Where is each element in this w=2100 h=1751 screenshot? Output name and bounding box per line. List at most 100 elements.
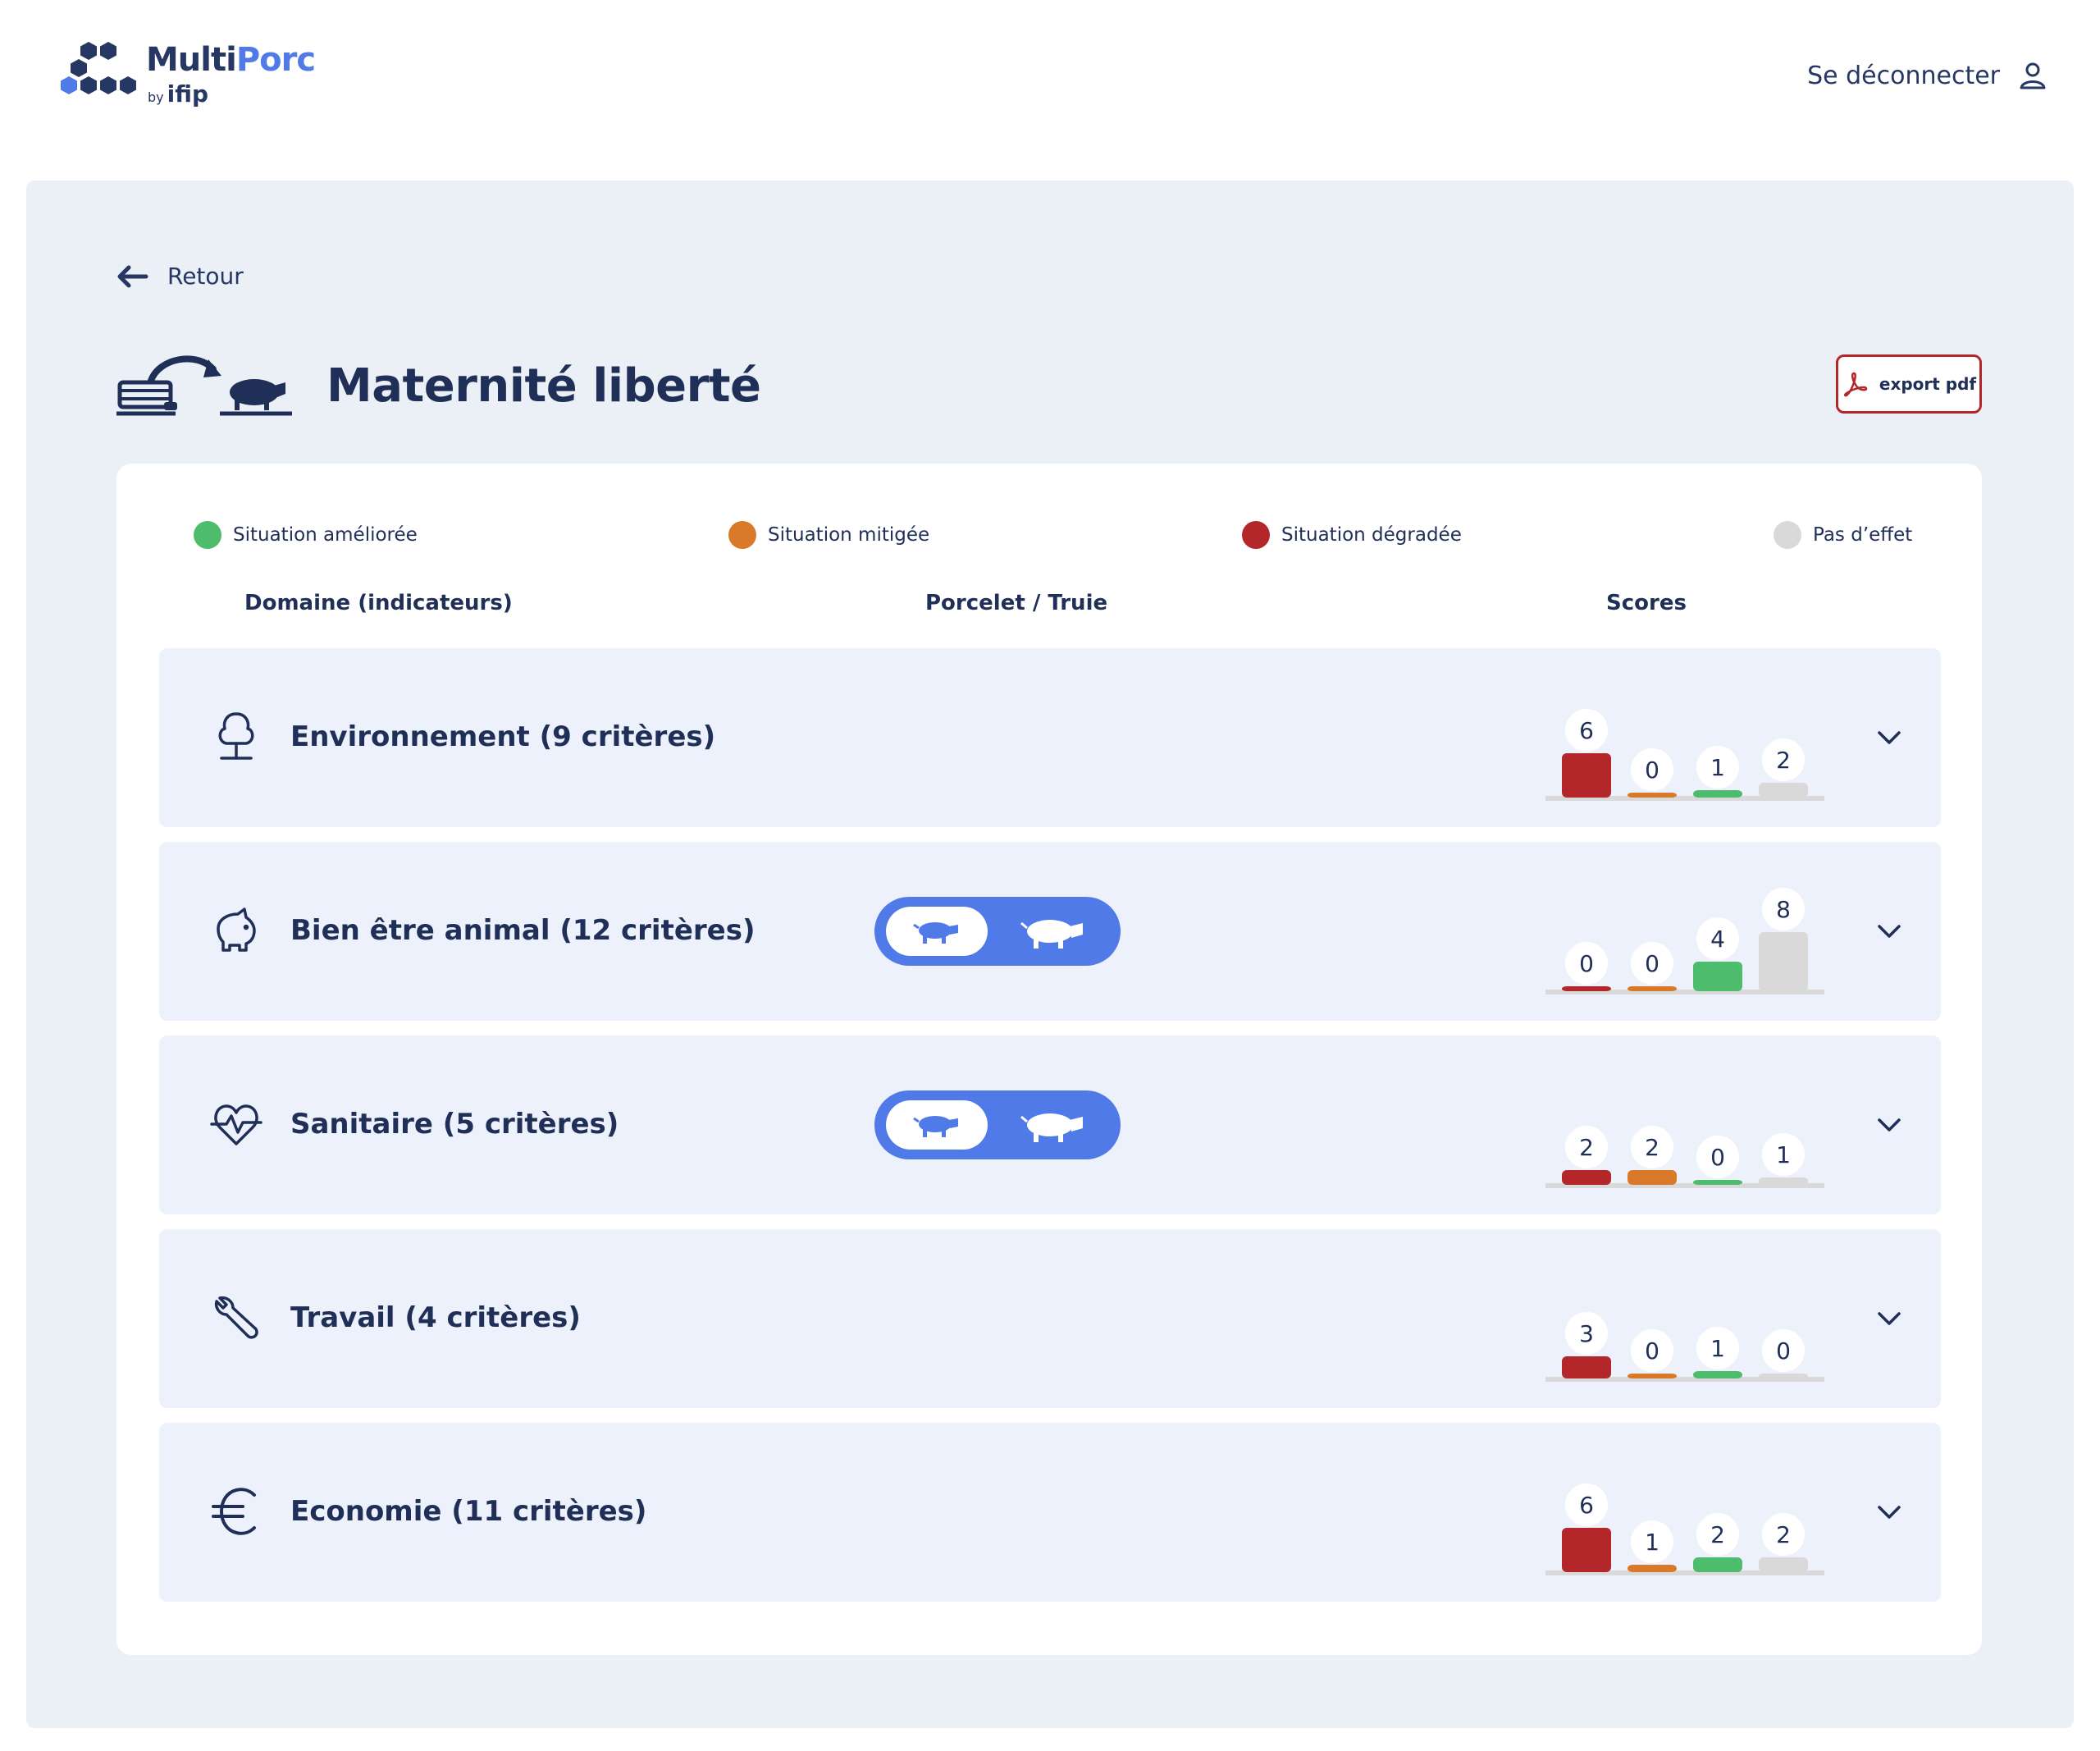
- page-title: Maternité liberté: [326, 359, 761, 413]
- score-value: 0: [1645, 1337, 1659, 1365]
- domain-row-bien-etre[interactable]: Bien être animal (12 critères) 0 0 4 8: [159, 842, 1941, 1021]
- domain-label: Bien être animal (12 critères): [290, 914, 756, 947]
- piglet-icon: [913, 922, 958, 944]
- score-chart: 2 2 0 1: [1545, 1126, 1824, 1188]
- score-chart: 0 0 4 8: [1545, 888, 1824, 994]
- tree-icon: [218, 712, 254, 760]
- score-bar: [1693, 1180, 1742, 1185]
- score-chart: 3 0 1 0: [1545, 1312, 1824, 1382]
- logo-subline: by ifip: [148, 80, 208, 107]
- score-bar: [1562, 1528, 1611, 1572]
- score-value: 2: [1579, 1134, 1594, 1161]
- chevron-down-icon[interactable]: [1875, 1500, 1903, 1525]
- toggle-knob[interactable]: [886, 1100, 988, 1150]
- score-value: 1: [1710, 1335, 1725, 1362]
- chevron-down-icon[interactable]: [1875, 725, 1903, 750]
- score-value: 0: [1645, 757, 1659, 784]
- score-bar: [1759, 1557, 1808, 1572]
- score-bar: [1628, 1170, 1677, 1185]
- legend-dot: [1242, 521, 1270, 549]
- score-bar: [1693, 1371, 1742, 1378]
- score-bar: [1628, 986, 1677, 991]
- results-card: Situation améliorée Situation mitigée Si…: [116, 464, 1982, 1655]
- score-bar: [1562, 1170, 1611, 1185]
- heart-pulse-icon: [210, 1104, 262, 1145]
- legend-label: Situation améliorée: [233, 524, 418, 546]
- score-value: 1: [1710, 754, 1725, 781]
- score-value: 3: [1579, 1320, 1594, 1347]
- score-value: 6: [1579, 1492, 1594, 1519]
- score-bar: [1693, 790, 1742, 798]
- chevron-down-icon[interactable]: [1875, 1113, 1903, 1137]
- page-header: Maternité liberté: [116, 353, 761, 418]
- maternity-transfer-icon: [116, 355, 292, 416]
- score-chart: 6 0 1 2: [1545, 709, 1824, 801]
- logo-ifip: ifip: [167, 80, 209, 107]
- score-value: 2: [1645, 1134, 1659, 1161]
- legend-label: Pas d’effet: [1813, 524, 1913, 546]
- score-value: 0: [1579, 950, 1594, 977]
- chevron-down-icon[interactable]: [1875, 1306, 1903, 1331]
- column-header-domain: Domaine (indicateurs): [244, 591, 513, 615]
- score-value: 4: [1710, 926, 1725, 953]
- domain-row-sanitaire[interactable]: Sanitaire (5 critères) 2 2 0 1: [159, 1036, 1941, 1214]
- domain-label: Sanitaire (5 critères): [290, 1108, 619, 1141]
- user-icon: [2020, 62, 2046, 89]
- logo-porc: Porc: [235, 41, 316, 79]
- score-value: 2: [1776, 1521, 1791, 1548]
- score-bar: [1759, 1374, 1808, 1378]
- legend-item-degrade: Situation dégradée: [1242, 521, 1462, 549]
- chevron-down-icon[interactable]: [1875, 919, 1903, 944]
- legend-dot: [1774, 521, 1801, 549]
- toggle-knob[interactable]: [886, 907, 988, 956]
- score-value: 0: [1776, 1337, 1791, 1365]
- legend-dot: [728, 521, 756, 549]
- score-value: 2: [1776, 747, 1791, 774]
- euro-icon: [212, 1488, 256, 1535]
- piggy-icon: [217, 908, 256, 952]
- domain-label: Environnement (9 critères): [290, 720, 716, 753]
- domain-label: Travail (4 critères): [290, 1301, 581, 1334]
- score-value: 8: [1776, 896, 1791, 923]
- domain-row-environnement[interactable]: Environnement (9 critères) 6 0 1 2: [159, 648, 1941, 827]
- score-value: 6: [1579, 717, 1594, 744]
- column-header-animal: Porcelet / Truie: [925, 591, 1108, 615]
- export-pdf-button[interactable]: export pdf: [1836, 354, 1982, 414]
- legend-label: Situation mitigée: [768, 524, 930, 546]
- back-label: Retour: [167, 263, 244, 290]
- legend-dot: [194, 521, 221, 549]
- logout-button[interactable]: Se déconnecter: [1807, 61, 2048, 90]
- score-value: 0: [1645, 950, 1659, 977]
- column-header-scores: Scores: [1606, 591, 1687, 615]
- sow-icon: [1020, 920, 1083, 949]
- legend-label: Situation dégradée: [1281, 524, 1462, 546]
- domain-row-economie[interactable]: Economie (11 critères) 6 1 2 2: [159, 1423, 1941, 1602]
- arrow-left-icon: [117, 265, 148, 287]
- porcelet-truie-toggle[interactable]: [874, 897, 1121, 966]
- logo-multi: Multi: [146, 41, 237, 79]
- pdf-icon: [1843, 372, 1868, 397]
- score-bar: [1759, 1177, 1808, 1185]
- score-bar: [1628, 1374, 1677, 1378]
- score-value: 1: [1645, 1529, 1659, 1556]
- score-bar: [1693, 962, 1742, 991]
- porcelet-truie-toggle[interactable]: [874, 1090, 1121, 1159]
- score-chart: 6 1 2 2: [1545, 1484, 1824, 1575]
- score-bar: [1759, 932, 1808, 991]
- logo-hexagons-icon: [61, 42, 136, 94]
- score-bar: [1693, 1557, 1742, 1572]
- back-link[interactable]: Retour: [116, 263, 244, 290]
- logo-wordmark: MultiPorc: [146, 41, 316, 79]
- score-bar: [1562, 753, 1611, 798]
- legend-item-mitige: Situation mitigée: [728, 521, 929, 549]
- score-bar: [1562, 1356, 1611, 1378]
- score-bar: [1628, 1565, 1677, 1572]
- main-panel: Retour Maternité liberté export pdf Situ…: [26, 181, 2074, 1728]
- score-bar: [1628, 793, 1677, 798]
- logo[interactable]: MultiPorc by ifip: [59, 39, 322, 113]
- domain-row-travail[interactable]: Travail (4 critères) 3 0 1 0: [159, 1229, 1941, 1408]
- export-label: export pdf: [1879, 374, 1977, 394]
- sow-icon: [1020, 1113, 1083, 1142]
- score-value: 1: [1776, 1141, 1791, 1168]
- legend-item-sans-effet: Pas d’effet: [1774, 521, 1912, 549]
